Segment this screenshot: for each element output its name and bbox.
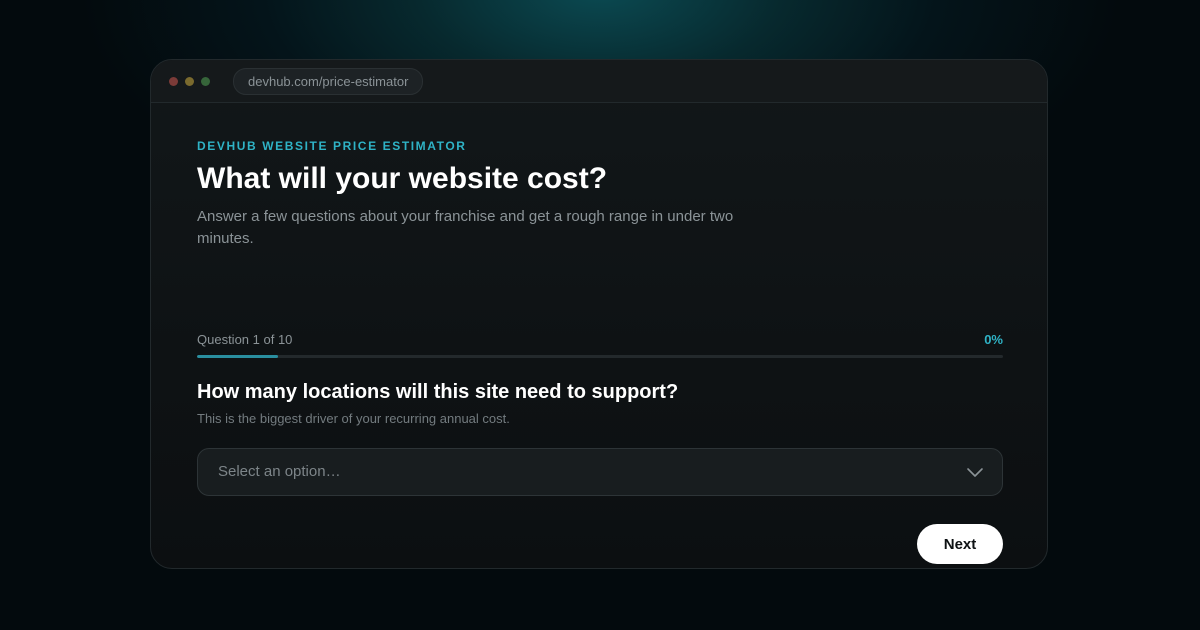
progress-percent: 0% <box>984 332 1003 347</box>
page-title: What will your website cost? <box>197 162 608 195</box>
page-subtitle: Answer a few questions about your franch… <box>197 208 734 247</box>
minimize-window-dot[interactable] <box>185 77 194 86</box>
select-placeholder: Select an option… <box>218 463 341 480</box>
next-button[interactable]: Next <box>917 524 1003 564</box>
progress-label: Question 1 of 10 <box>197 332 293 347</box>
locations-select[interactable]: Select an option… <box>197 448 1003 496</box>
question-text: How many locations will this site need t… <box>197 381 679 403</box>
browser-titlebar: devhub.com/price-estimator <box>151 60 1047 103</box>
chevron-down-icon <box>967 468 983 477</box>
question-hint: This is the biggest driver of your recur… <box>197 411 510 426</box>
browser-window: devhub.com/price-estimator DEVHUB WEBSIT… <box>150 59 1048 569</box>
close-window-dot[interactable] <box>169 77 178 86</box>
maximize-window-dot[interactable] <box>201 77 210 86</box>
progress-bar <box>197 355 1003 358</box>
progress-bar-fill <box>197 355 278 358</box>
eyebrow-label: DEVHUB WEBSITE PRICE ESTIMATOR <box>197 139 467 153</box>
address-bar[interactable]: devhub.com/price-estimator <box>233 68 424 95</box>
